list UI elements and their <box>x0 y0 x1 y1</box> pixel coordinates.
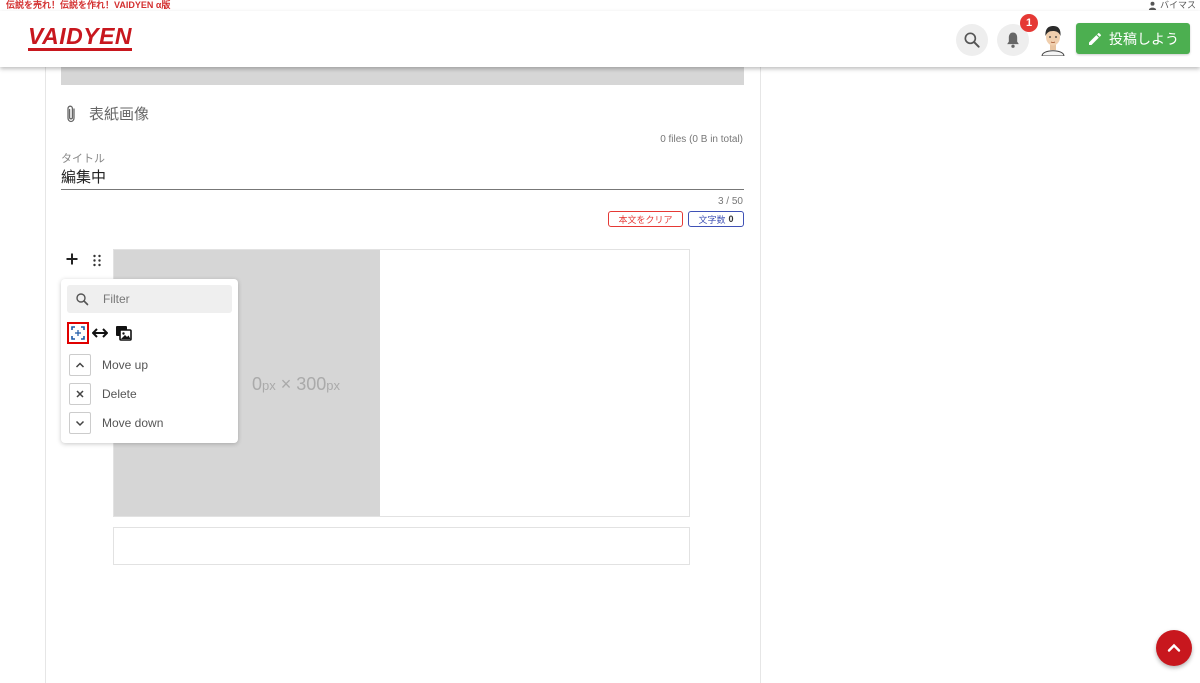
create-post-label: 投稿しよう <box>1109 30 1179 47</box>
clear-body-button[interactable]: 本文をクリア <box>608 211 683 227</box>
scroll-to-top-button[interactable] <box>1156 630 1192 666</box>
cover-image-dropzone[interactable] <box>61 67 744 85</box>
resize-block-option[interactable] <box>67 322 89 344</box>
search-icon <box>964 32 980 48</box>
cover-image-field[interactable]: 表紙画像 <box>63 103 149 124</box>
chevron-up-icon <box>69 354 91 376</box>
paperclip-icon <box>67 105 75 122</box>
move-up-item[interactable]: Move up <box>69 353 148 377</box>
filter-field[interactable] <box>67 285 232 313</box>
move-down-item[interactable]: Move down <box>69 411 163 435</box>
title-char-counter: 3 / 50 <box>717 196 743 207</box>
chevron-down-icon <box>69 412 91 434</box>
delete-label: Delete <box>102 387 137 401</box>
filter-input[interactable] <box>101 291 225 307</box>
title-underline <box>61 189 744 190</box>
title-input[interactable]: 編集中 <box>61 166 106 187</box>
search-icon <box>76 293 89 306</box>
avatar[interactable] <box>1039 24 1067 56</box>
move-down-label: Move down <box>102 416 164 430</box>
app-header: VAIDYEN 1 投稿しよう <box>0 11 1200 67</box>
swap-horizontal-icon[interactable] <box>92 326 108 340</box>
block-type-options <box>67 320 132 346</box>
close-icon <box>69 383 91 405</box>
char-count-chip: 文字数 0 <box>688 211 744 227</box>
notification-badge: 1 <box>1020 14 1038 32</box>
drag-handle-icon[interactable] <box>92 254 102 267</box>
image-gallery-icon[interactable] <box>115 325 132 341</box>
caption-input[interactable] <box>113 527 690 565</box>
cover-image-label: 表紙画像 <box>89 106 150 123</box>
crop-free-icon <box>71 326 85 340</box>
user-menu[interactable]: バイマス <box>1148 0 1196 11</box>
bell-icon <box>1007 32 1019 48</box>
create-post-button[interactable]: 投稿しよう <box>1076 23 1190 54</box>
char-count-value: 0 <box>728 214 734 224</box>
site-tagline: 伝説を売れ！伝説を作れ！VAIDYEN α版 <box>6 0 171 10</box>
announcement-strip: 伝説を売れ！伝説を作れ！VAIDYEN α版 バイマス <box>0 0 1200 11</box>
block-settings-menu: Move up Delete Move down <box>61 279 238 443</box>
move-up-label: Move up <box>102 358 149 372</box>
chevron-up-icon <box>1167 643 1181 652</box>
user-icon <box>1148 1 1157 10</box>
title-label: タイトル <box>61 153 105 165</box>
pencil-icon <box>1089 32 1102 45</box>
search-button[interactable] <box>956 24 988 56</box>
add-block-icon[interactable] <box>65 252 79 266</box>
delete-item[interactable]: Delete <box>69 382 137 406</box>
files-info: 0 files (0 B in total) <box>660 134 743 145</box>
user-name: バイマス <box>1159 0 1196 10</box>
char-count-label: 文字数 <box>698 214 726 225</box>
site-logo[interactable]: VAIDYEN <box>28 24 133 51</box>
